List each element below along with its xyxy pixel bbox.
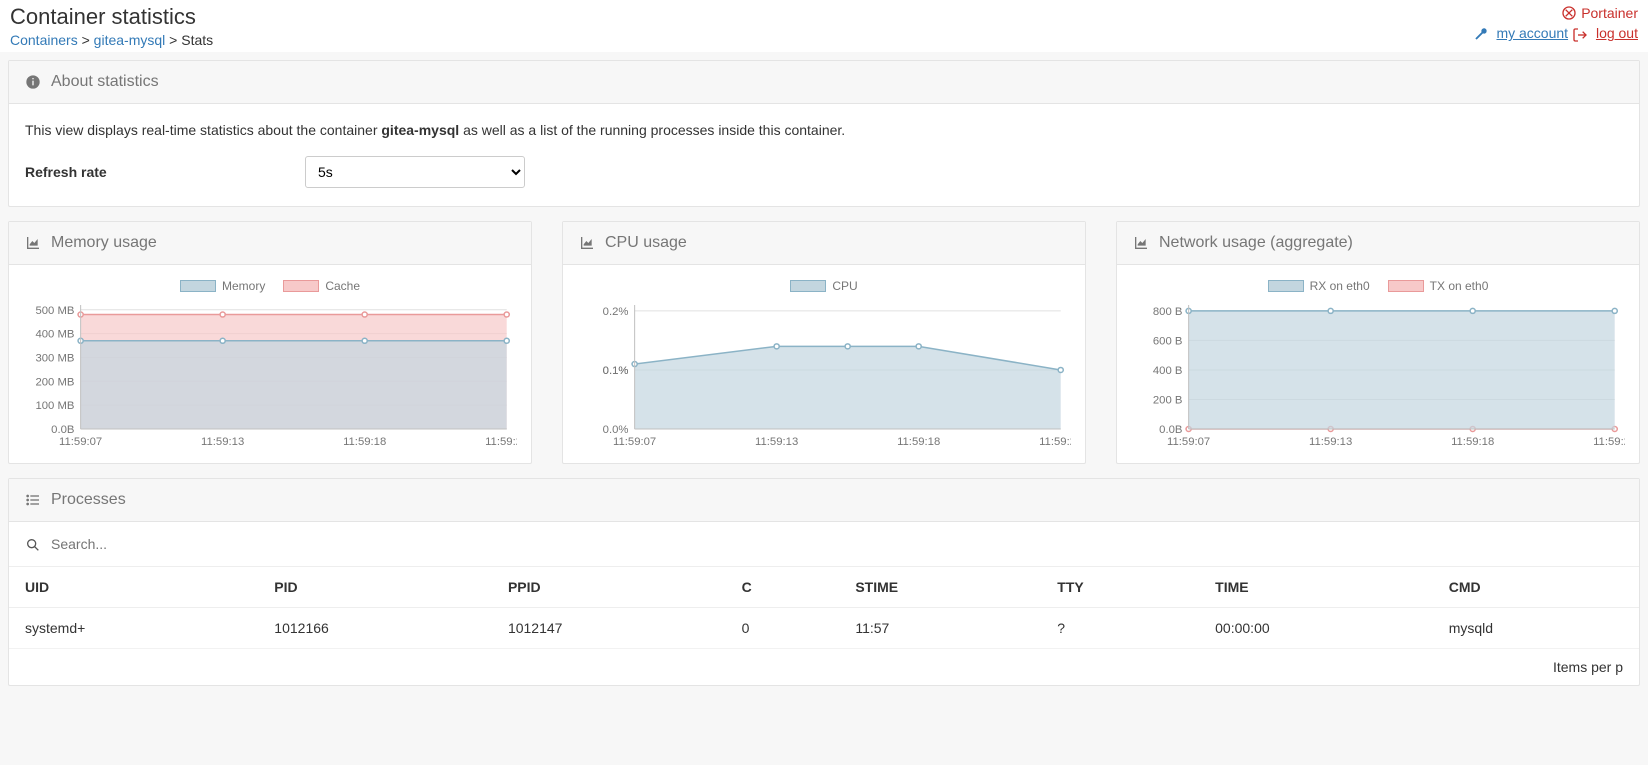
network-chart-panel: Network usage (aggregate) RX on eth0 TX …	[1116, 221, 1640, 464]
breadcrumb-container-name[interactable]: gitea-mysql	[94, 32, 166, 48]
brand-label: Portainer	[1581, 5, 1638, 21]
charts-row: Memory usage Memory Cache 0.0B 100 MB 200 …	[8, 221, 1640, 464]
col-c[interactable]: C	[726, 567, 840, 608]
svg-text:100 MB: 100 MB	[35, 400, 74, 412]
breadcrumb-sep: >	[82, 32, 90, 48]
processes-header: Processes	[9, 479, 1639, 522]
top-links: my account log out	[1472, 25, 1638, 42]
col-uid[interactable]: UID	[9, 567, 258, 608]
refresh-rate-select[interactable]: 5s	[305, 156, 525, 188]
network-legend: RX on eth0 TX on eth0	[1131, 279, 1625, 293]
svg-text:11:59:23: 11:59:23	[485, 436, 517, 448]
legend-swatch-tx	[1388, 280, 1424, 292]
svg-text:800 B: 800 B	[1153, 306, 1183, 318]
svg-text:0.0%: 0.0%	[603, 424, 629, 436]
col-ppid[interactable]: PPID	[492, 567, 726, 608]
area-chart-icon	[579, 234, 595, 252]
cpu-chart-header: CPU usage	[563, 222, 1085, 265]
col-stime[interactable]: STIME	[839, 567, 1041, 608]
logout-icon	[1572, 25, 1588, 42]
svg-text:0.1%: 0.1%	[603, 365, 629, 377]
svg-text:400 B: 400 B	[1153, 365, 1183, 377]
about-panel: About statistics This view displays real…	[8, 60, 1640, 207]
area-chart-icon	[1133, 234, 1149, 252]
col-time[interactable]: TIME	[1199, 567, 1433, 608]
svg-text:11:59:23: 11:59:23	[1593, 436, 1625, 448]
brand-status: Portainer	[1561, 4, 1638, 21]
svg-text:11:59:18: 11:59:18	[1451, 436, 1494, 448]
svg-text:11:59:07: 11:59:07	[59, 436, 102, 448]
breadcrumb-sep-2: >	[169, 32, 177, 48]
svg-text:400 MB: 400 MB	[35, 329, 74, 341]
memory-chart-header: Memory usage	[9, 222, 531, 265]
legend-swatch-memory	[180, 280, 216, 292]
svg-text:0.0B: 0.0B	[51, 424, 74, 436]
col-cmd[interactable]: CMD	[1433, 567, 1639, 608]
svg-text:11:59:18: 11:59:18	[897, 436, 940, 448]
breadcrumb-current: Stats	[181, 32, 213, 48]
network-chart-header: Network usage (aggregate)	[1117, 222, 1639, 265]
legend-swatch-cpu	[790, 280, 826, 292]
processes-footer: Items per p	[9, 649, 1639, 685]
svg-text:600 B: 600 B	[1153, 336, 1183, 348]
memory-legend: Memory Cache	[23, 279, 517, 293]
col-tty[interactable]: TTY	[1041, 567, 1199, 608]
svg-text:0.2%: 0.2%	[603, 306, 629, 318]
legend-swatch-rx	[1268, 280, 1304, 292]
area-chart-icon	[25, 234, 41, 252]
about-header: About statistics	[9, 61, 1639, 104]
about-text: This view displays real-time statistics …	[25, 122, 1623, 138]
page-title: Container statistics	[10, 4, 213, 30]
refresh-row: Refresh rate 5s	[25, 156, 1623, 188]
top-bar: Container statistics Containers > gitea-…	[0, 0, 1648, 52]
wrench-icon	[1472, 25, 1488, 42]
cpu-chart: 0.0%0.1%0.1%0.2%11:59:0711:59:1311:59:18…	[577, 299, 1071, 449]
svg-text:11:59:23: 11:59:23	[1039, 436, 1071, 448]
svg-text:11:59:13: 11:59:13	[201, 436, 244, 448]
svg-text:11:59:18: 11:59:18	[343, 436, 386, 448]
cpu-chart-panel: CPU usage CPU 0.0%0.1%0.1%0.2%11:59:0711…	[562, 221, 1086, 464]
network-chart-title: Network usage (aggregate)	[1159, 234, 1353, 252]
processes-search-row	[9, 522, 1639, 567]
svg-text:11:59:07: 11:59:07	[613, 436, 656, 448]
top-right: Portainer my account log out	[1472, 4, 1638, 43]
svg-text:500 MB: 500 MB	[35, 305, 74, 317]
about-title: About statistics	[51, 73, 159, 91]
processes-table: UIDPIDPPIDCSTIMETTYTIMECMD systemd+10121…	[9, 567, 1639, 649]
memory-chart: 0.0B 100 MB 200 MB 300 MB 400 MB 500 MB 11:59:…	[23, 299, 517, 449]
col-pid[interactable]: PID	[258, 567, 492, 608]
content: About statistics This view displays real…	[0, 52, 1648, 708]
info-icon	[25, 73, 41, 91]
network-chart: 0.0B 200 B 400 B 600 B 800 B 11:59:07 11:59:13…	[1131, 299, 1625, 449]
cpu-chart-title: CPU usage	[605, 234, 687, 252]
svg-text:11:59:13: 11:59:13	[755, 436, 798, 448]
table-row: systemd+10121661012147011:57?00:00:00mys…	[9, 608, 1639, 649]
svg-text:200 B: 200 B	[1153, 395, 1183, 407]
cpu-legend: CPU	[577, 279, 1071, 293]
svg-text:11:59:13: 11:59:13	[1309, 436, 1352, 448]
list-icon	[25, 491, 41, 509]
my-account-link[interactable]: my account	[1496, 25, 1568, 41]
svg-text:11:59:07: 11:59:07	[1167, 436, 1210, 448]
logout-link[interactable]: log out	[1596, 25, 1638, 41]
processes-search-input[interactable]	[51, 532, 1623, 556]
breadcrumb-containers[interactable]: Containers	[10, 32, 78, 48]
memory-chart-panel: Memory usage Memory Cache 0.0B 100 MB 200 …	[8, 221, 532, 464]
svg-text:300 MB: 300 MB	[35, 353, 74, 365]
legend-swatch-cache	[283, 280, 319, 292]
svg-text:0.0B: 0.0B	[1159, 424, 1182, 436]
processes-panel: Processes UIDPIDPPIDCSTIMETTYTIMECMD sys…	[8, 478, 1640, 686]
memory-chart-title: Memory usage	[51, 234, 157, 252]
search-icon	[25, 535, 41, 552]
alert-circle-icon	[1561, 4, 1577, 21]
svg-text:200 MB: 200 MB	[35, 376, 74, 388]
breadcrumb: Containers > gitea-mysql > Stats	[10, 32, 213, 48]
processes-title: Processes	[51, 491, 126, 509]
refresh-label: Refresh rate	[25, 164, 265, 180]
